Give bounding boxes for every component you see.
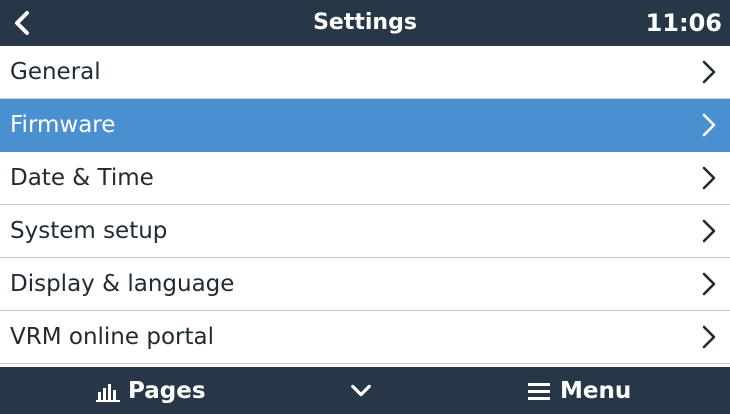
- settings-list: General Firmware Date & Time System setu…: [0, 46, 730, 367]
- chevron-down-icon: [351, 384, 371, 396]
- settings-item-date-time[interactable]: Date & Time: [0, 152, 730, 205]
- header-bar: Settings 11:06: [0, 0, 730, 46]
- settings-item-label: General: [10, 59, 101, 85]
- chevron-right-icon: [702, 219, 716, 243]
- menu-label: Menu: [560, 377, 632, 404]
- chevron-right-icon: [702, 272, 716, 296]
- settings-item-label: System setup: [10, 218, 168, 244]
- clock: 11:06: [645, 9, 722, 37]
- pages-button[interactable]: Pages: [96, 367, 206, 414]
- settings-item-label: Firmware: [10, 112, 116, 138]
- chevron-right-icon: [702, 60, 716, 84]
- bar-chart-icon: [96, 383, 120, 402]
- settings-item-firmware[interactable]: Firmware: [0, 99, 730, 152]
- chevron-right-icon: [702, 113, 716, 137]
- settings-item-label: Display & language: [10, 271, 235, 297]
- settings-item-label: Date & Time: [10, 165, 154, 191]
- settings-item-display-language[interactable]: Display & language: [0, 258, 730, 311]
- settings-item-system-setup[interactable]: System setup: [0, 205, 730, 258]
- settings-item-vrm-online-portal[interactable]: VRM online portal: [0, 311, 730, 364]
- footer-bar: Pages Menu: [0, 367, 730, 414]
- chevron-right-icon: [702, 325, 716, 349]
- pages-label: Pages: [128, 377, 206, 404]
- settings-item-general[interactable]: General: [0, 46, 730, 99]
- hamburger-menu-icon: [528, 382, 550, 400]
- page-title: Settings: [313, 10, 417, 35]
- scroll-down-button[interactable]: [350, 367, 380, 414]
- menu-button[interactable]: Menu: [528, 367, 631, 414]
- settings-item-label: VRM online portal: [10, 324, 214, 350]
- chevron-right-icon: [702, 166, 716, 190]
